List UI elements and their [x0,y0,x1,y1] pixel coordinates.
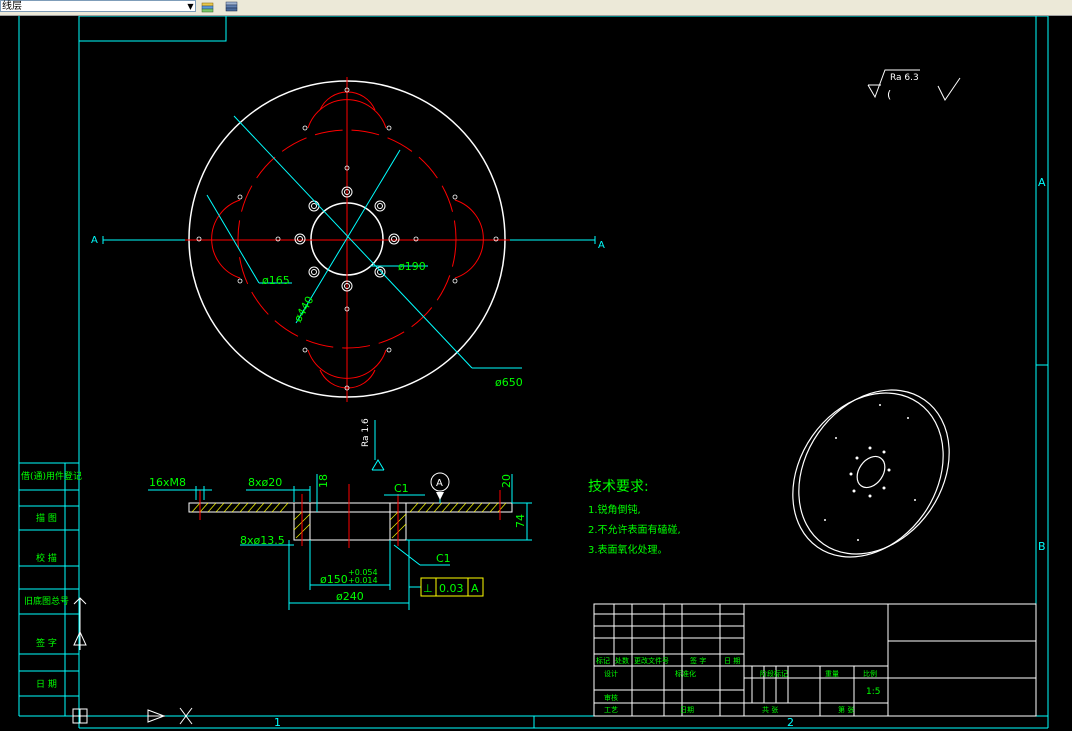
dim-chamfer-1: C1 [394,482,409,495]
dim-d190: ø190 [398,260,426,273]
dim-holes-bottom: 8xø13.5 [240,534,285,547]
datum-label: A [436,478,443,489]
section-label-right: A [598,240,605,251]
side-block [19,462,79,716]
roughness-section-value: Ra 1.6 [361,418,371,447]
grid-label-right-b: B [1038,540,1046,553]
drawing-frame [18,16,1049,729]
layer-manager-icon[interactable] [224,0,240,13]
tb-review: 审核 [604,693,618,702]
tb-mark: 标记 [596,656,610,665]
layer-states-icon[interactable] [200,0,216,13]
isometric-view [792,389,950,558]
roughness-paren: ( [887,88,891,101]
dim-height-18: 18 [317,474,330,488]
tolerance-symbol: ⊥ [423,582,433,595]
tech-req-item-1: 2.不允许表面有磕碰, [588,523,681,536]
tb-change-doc: 更改文件号 [634,656,669,665]
tolerance-datum: A [471,582,479,595]
tb-sheet-no: 第 张 [838,705,854,714]
dim-height-74: 74 [514,514,527,528]
tb-date-head: 日 期 [724,657,740,665]
tb-process: 工艺 [604,706,618,714]
layer-name: 线层 [2,1,22,12]
tech-req-item-2: 3.表面氧化处理。 [588,543,668,556]
side-block-label-2: 校 描 [36,552,57,564]
dim-thread: 16xM8 [149,476,186,489]
tb-sign: 签 字 [690,656,706,665]
side-block-label-3: 旧底图总号 [24,595,69,607]
section-view: A 16xM8 8xø20 18 20 74 8xø13.5 ø150 +0.0… [148,418,532,610]
tb-count: 处数 [615,656,629,665]
tb-standardize: 标准化 [675,669,696,678]
plan-view: A A ø165 ø190 ø650 ø440 [91,77,605,402]
dim-holes-top: 8xø20 [248,476,282,489]
tb-design: 设计 [604,669,618,678]
side-block-label-5: 日 期 [36,679,57,690]
side-block-label-4: 签 字 [36,637,57,649]
dim-d440: ø440 [291,294,316,325]
tolerance-value: 0.03 [439,582,464,595]
grid-label-bottom-2: 2 [787,716,794,729]
dim-d150: ø150 [320,573,348,586]
tech-requirements: 技术要求: 1.锐角倒钝, 2.不允许表面有磕碰, 3.表面氧化处理。 [588,479,681,556]
tb-date: 日期 [680,706,694,714]
tech-req-item-0: 1.锐角倒钝, [588,503,641,516]
side-block-label-0: 借(通)用件登记 [21,470,82,482]
dim-d240: ø240 [336,590,364,603]
side-block-label-1: 描 图 [36,512,57,524]
grid-label-bottom-1: 1 [274,716,281,729]
ucs-icon [72,597,193,725]
drawing-canvas[interactable]: 借(通)用件登记 描 图 校 描 旧底图总号 签 字 日 期 A B 1 2 A [0,16,1072,731]
tb-weight: 重量 [825,670,839,678]
grid-label-right-a: A [1038,176,1046,189]
dim-d165: ø165 [262,274,290,287]
layer-dropdown[interactable]: 线层 ▼ [0,0,196,12]
dim-d150-tol-lower: +0.014 [348,576,378,585]
toolbar: 线层 ▼ [0,0,1072,16]
tb-scale-value: 1:5 [866,687,880,697]
dim-d650: ø650 [495,376,523,389]
tech-req-title: 技术要求: [588,479,649,495]
section-label-left: A [91,235,98,246]
roughness-top-value: Ra 6.3 [890,73,919,83]
chevron-down-icon[interactable]: ▼ [185,2,196,12]
tb-sheets-total: 共 张 [762,705,778,714]
tb-stage-mark: 阶段标记 [760,669,788,678]
dim-chamfer-2: C1 [436,552,451,565]
dim-height-20: 20 [500,474,513,488]
tb-scale-label: 比例 [863,669,877,678]
